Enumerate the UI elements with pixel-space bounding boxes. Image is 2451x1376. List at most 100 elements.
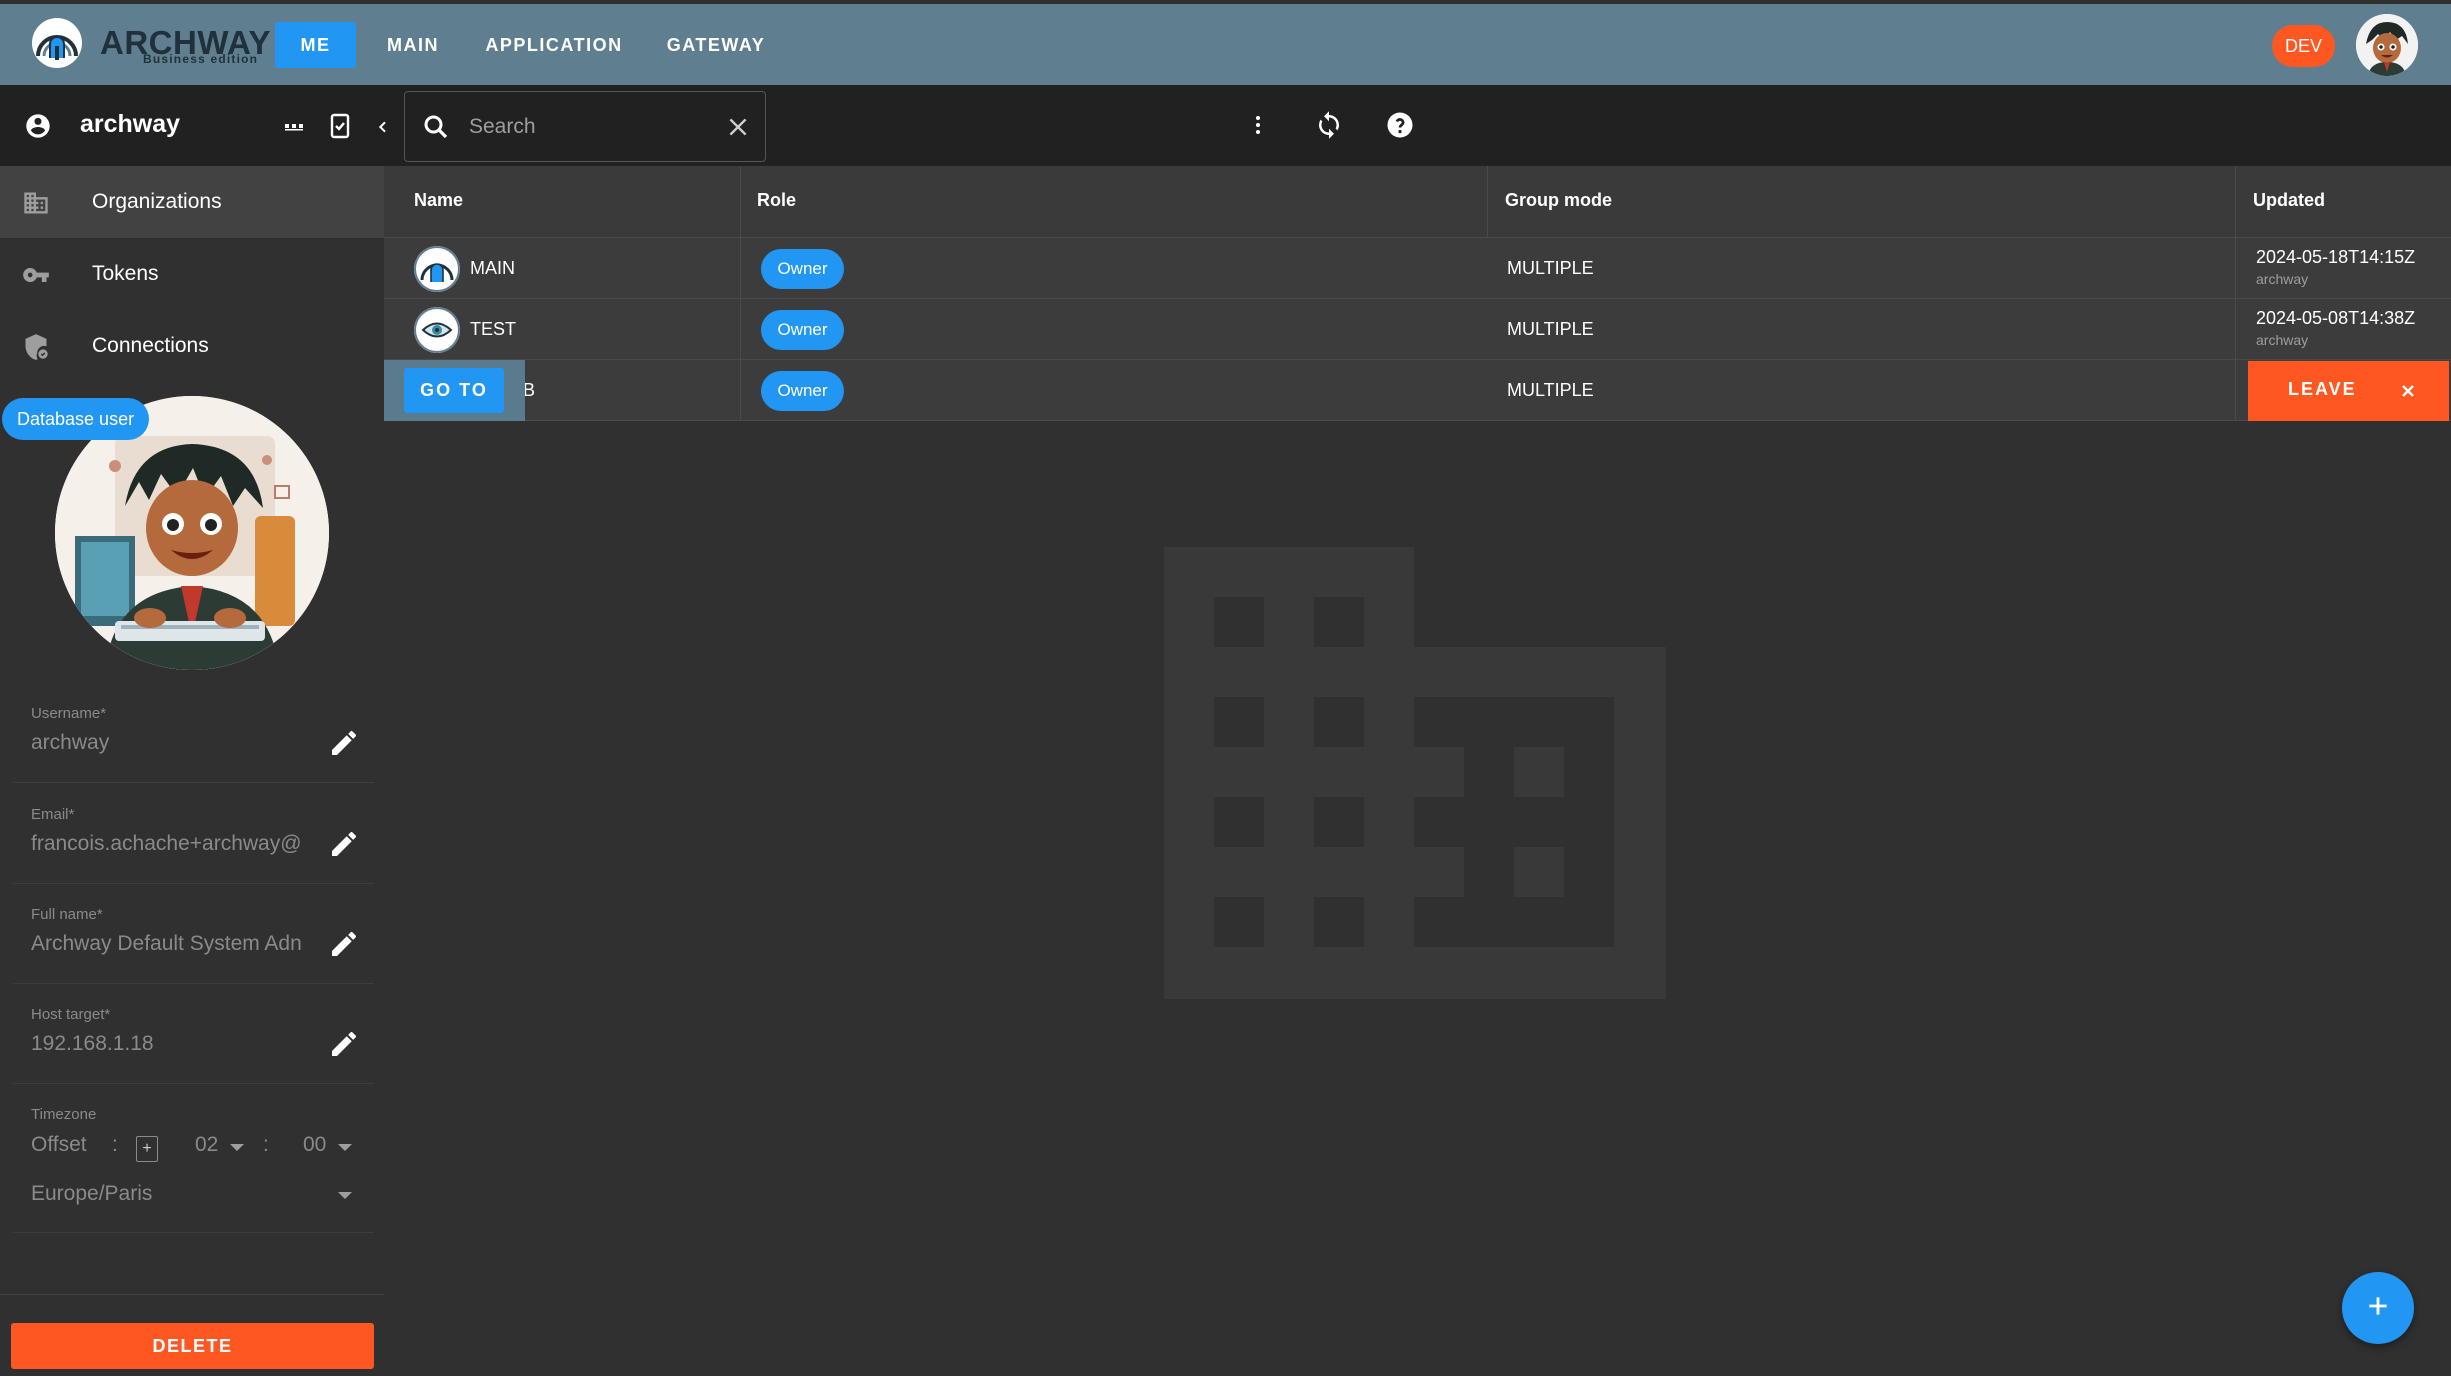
group-mode: MULTIPLE [1507,258,1594,278]
key-icon [22,261,50,289]
column-divider [740,299,741,360]
role-chip: Owner [761,371,844,411]
table-row[interactable]: MAIN Owner MULTIPLE 2024-05-18T14:15Z ar… [384,238,2451,299]
timezone-field: Timezone Offset : + 02 : 00 Europe/Paris [13,1103,374,1233]
search-input[interactable] [469,110,709,144]
tab-application[interactable]: APPLICATION [478,22,630,68]
collapse-panel-button[interactable] [368,114,398,144]
column-divider [2235,238,2236,299]
email-label: Email* [31,806,75,823]
offset-sign-toggle[interactable]: + [136,1136,158,1162]
user-avatar[interactable] [2356,14,2418,76]
more-horizontal-icon[interactable] [280,112,308,140]
offset-separator: : [263,1133,269,1156]
table-header: Name Role Group mode Updated [384,166,2451,238]
goto-button[interactable]: GO TO [404,368,504,413]
role-chip: Owner [761,310,844,350]
column-divider [2235,166,2236,238]
shield-icon [22,333,50,361]
brand-edition: Business edition [143,52,259,66]
host-target-label: Host target* [31,1006,111,1023]
column-divider [740,166,741,238]
tab-me[interactable]: ME [275,22,356,68]
badge-check-icon[interactable] [326,111,354,141]
column-divider [2235,299,2236,360]
search-box [404,91,766,162]
clear-search-icon[interactable] [725,114,751,145]
environment-badge[interactable]: DEV [2272,25,2335,67]
username-label: Username* [31,705,107,722]
host-target-field: Host target* 192.168.1.18 [13,1002,374,1084]
full-name-field: Full name* Archway Default System Adn [13,902,374,984]
user-name: archway [80,110,181,138]
leave-label: LEAVE [2288,379,2357,399]
sidebar-item-label: Connections [92,334,209,357]
group-mode: MULTIPLE [1507,380,1594,400]
divider [0,1294,384,1295]
offset-separator: : [112,1133,118,1156]
sidebar-item-tokens[interactable]: Tokens [0,238,384,310]
sidebar-item-connections[interactable]: Connections [0,310,384,382]
column-header-updated[interactable]: Updated [2253,190,2325,211]
tab-main[interactable]: MAIN [370,22,456,68]
add-organization-button[interactable] [2342,1272,2414,1344]
left-panel: archway Organizations Tokens Connections… [0,85,384,1376]
organization-logo [414,307,460,353]
tab-gateway[interactable]: GATEWAY [656,22,776,68]
table-row[interactable]: TEST Owner MULTIPLE 2024-05-08T14:38Z ar… [384,299,2451,360]
user-header: archway [0,85,384,166]
delete-user-button[interactable]: DELETE [11,1323,374,1369]
offset-hours-select[interactable]: 02 [195,1133,218,1157]
plus-icon [2365,1293,2391,1324]
offset-minutes-select[interactable]: 00 [303,1133,326,1157]
column-header-group-mode[interactable]: Group mode [1505,190,1612,211]
username-field: Username* archway [13,701,374,783]
organization-name: MAIN [470,258,515,278]
edit-icon[interactable] [328,1028,360,1060]
email-value: francois.achache+archway@ [31,832,302,855]
column-header-role[interactable]: Role [757,190,796,211]
sidebar-item-label: Tokens [92,262,159,285]
updated-by: archway [2256,332,2309,348]
role-chip: Owner [761,249,844,289]
edit-icon[interactable] [328,727,360,759]
chevron-left-icon [375,119,391,140]
timezone-zone-select[interactable]: Europe/Paris [31,1182,152,1206]
organization-icon [22,189,50,217]
leave-organization-button[interactable]: LEAVE [2248,361,2449,421]
column-divider [740,360,741,421]
offset-label: Offset [31,1133,87,1156]
sidebar-item-organizations[interactable]: Organizations [0,166,384,238]
edit-icon[interactable] [328,828,360,860]
more-vertical-icon[interactable] [1240,107,1276,143]
column-divider [740,238,741,299]
organizations-table: Name Role Group mode Updated MAIN Owner … [384,166,2451,421]
organization-logo [414,246,460,292]
edit-icon[interactable] [328,928,360,960]
close-icon[interactable] [2396,379,2420,403]
chevron-down-icon [230,1144,244,1151]
row-action-overlay: GO TO [384,360,525,421]
table-row[interactable]: B GO TO Owner MULTIPLE LEAVE [384,360,2451,421]
updated-date: 2024-05-08T14:38Z [2256,308,2416,328]
help-icon[interactable] [1380,105,1420,145]
archway-logo-icon[interactable] [30,16,84,70]
organization-icon [1164,547,1666,999]
sidebar-menu: Organizations Tokens Connections [0,166,384,382]
full-name-value: Archway Default System Adn [31,932,302,955]
username-value: archway [31,731,110,754]
full-name-label: Full name* [31,906,103,923]
updated-by: archway [2256,271,2309,287]
database-user-badge: Database user [2,398,150,440]
chevron-down-icon [338,1144,352,1151]
updated-date: 2024-05-18T14:15Z [2256,247,2416,267]
search-icon [421,112,451,147]
account-circle-icon [24,112,52,140]
column-header-name[interactable]: Name [414,190,463,211]
top-app-bar: ARCHWAY Business edition ME MAIN APPLICA… [0,4,2451,85]
refresh-icon[interactable] [1309,105,1349,145]
column-divider [2235,360,2236,421]
organization-name: TEST [470,319,517,339]
timezone-label: Timezone [31,1106,97,1123]
group-mode: MULTIPLE [1507,319,1594,339]
